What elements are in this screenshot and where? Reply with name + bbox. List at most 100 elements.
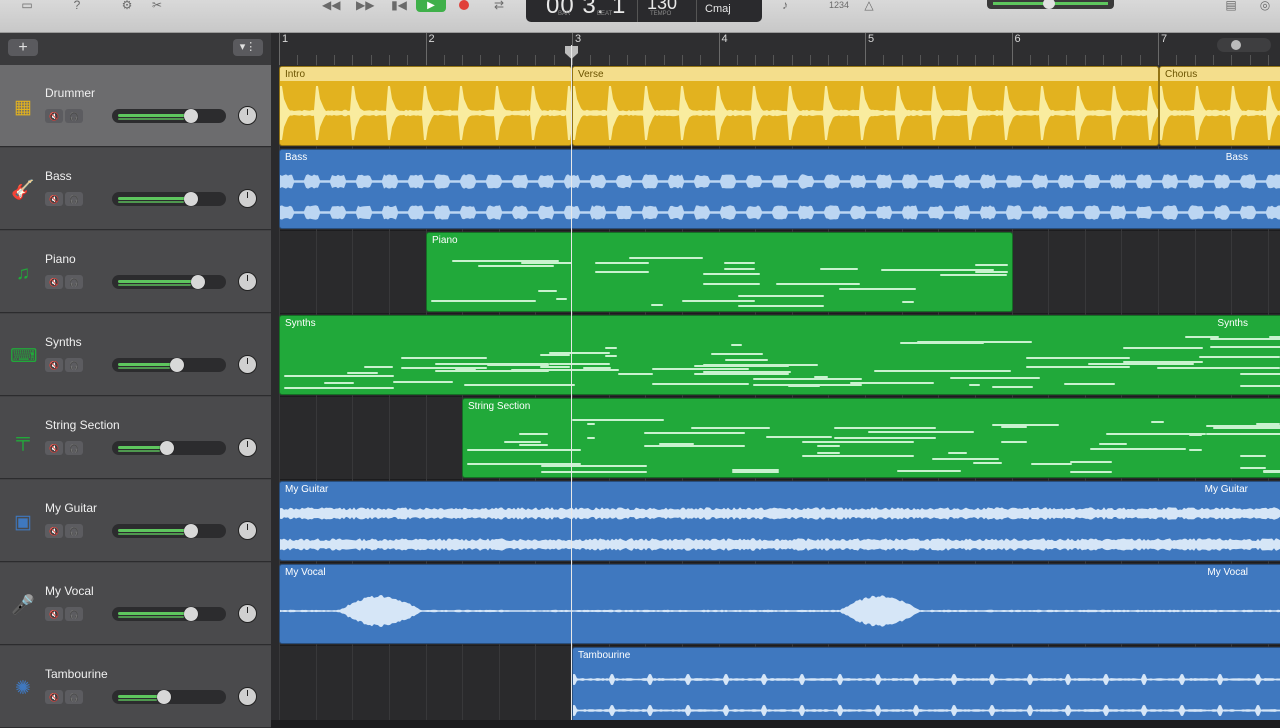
- solo-button[interactable]: 🎧: [65, 358, 83, 372]
- track-name: Drummer: [45, 86, 95, 100]
- volume-slider[interactable]: [112, 192, 226, 206]
- track-name: Synths: [45, 335, 82, 349]
- zoom-slider[interactable]: [1217, 38, 1271, 52]
- solo-button[interactable]: 🎧: [65, 275, 83, 289]
- volume-slider[interactable]: [112, 275, 226, 289]
- mute-button[interactable]: 🔇: [45, 607, 63, 621]
- pan-knob[interactable]: [238, 189, 257, 208]
- volume-knob[interactable]: [191, 275, 205, 289]
- track-header[interactable]: ♫ Piano 🔇 🎧: [0, 231, 271, 313]
- beat-tick: [791, 55, 793, 65]
- beat-tick: [370, 55, 372, 65]
- track-header[interactable]: ⌨ Synths 🔇 🎧: [0, 314, 271, 396]
- bar-tick: [1011, 33, 1013, 65]
- volume-knob[interactable]: [184, 109, 198, 123]
- volume-slider[interactable]: [112, 607, 226, 621]
- beat-tick: [663, 55, 665, 65]
- quick-help-icon[interactable]: ?: [68, 0, 86, 11]
- volume-knob[interactable]: [184, 524, 198, 538]
- tracks-area[interactable]: Intro Verse Chorus Bass Bass Piano Synth…: [279, 65, 1280, 720]
- region-label: My Guitar: [285, 484, 329, 495]
- loop-browser-icon[interactable]: ◎: [1256, 0, 1274, 11]
- pan-knob[interactable]: [238, 106, 257, 125]
- lane-separator: [279, 147, 1280, 148]
- notepad-icon[interactable]: ▤: [1222, 0, 1240, 11]
- mute-button[interactable]: 🔇: [45, 192, 63, 206]
- track-header[interactable]: ▦ Drummer 🔇 🎧: [0, 65, 271, 147]
- track-header[interactable]: ╤ String Section 🔇 🎧: [0, 397, 271, 479]
- track-header-filter-button[interactable]: ▾⋮: [233, 39, 263, 56]
- volume-slider[interactable]: [112, 690, 226, 704]
- volume-slider[interactable]: [112, 441, 226, 455]
- solo-button[interactable]: 🎧: [65, 690, 83, 704]
- amp-icon: ▣: [14, 512, 32, 533]
- lcd-display[interactable]: 00 3. 1 BAR BEAT 130 TEMPO Cmaj: [526, 0, 762, 22]
- mute-button[interactable]: 🔇: [45, 275, 63, 289]
- solo-button[interactable]: 🎧: [65, 441, 83, 455]
- library-icon[interactable]: ▭: [18, 0, 36, 11]
- region-chorus[interactable]: Chorus: [1159, 66, 1280, 146]
- region-piano[interactable]: Piano: [426, 232, 1013, 312]
- add-track-button[interactable]: +: [8, 39, 38, 56]
- region-bass[interactable]: Bass Bass: [279, 149, 1280, 229]
- beat-tick: [1212, 55, 1214, 65]
- pan-knob[interactable]: [238, 687, 257, 706]
- mute-button[interactable]: 🔇: [45, 358, 63, 372]
- pan-knob[interactable]: [238, 604, 257, 623]
- metronome-icon[interactable]: △: [860, 0, 878, 11]
- solo-button[interactable]: 🎧: [65, 607, 83, 621]
- region-my-vocal[interactable]: My Vocal My Vocal: [279, 564, 1280, 644]
- beat-tick: [1176, 55, 1178, 65]
- mute-button[interactable]: 🔇: [45, 524, 63, 538]
- beat-tick: [297, 55, 299, 65]
- solo-button[interactable]: 🎧: [65, 192, 83, 206]
- region-synths[interactable]: Synths Synths: [279, 315, 1280, 395]
- track-header[interactable]: 🎤 My Vocal 🔇 🎧: [0, 563, 271, 645]
- region-verse[interactable]: Verse: [572, 66, 1159, 146]
- smart-controls-icon[interactable]: ⚙: [118, 0, 136, 11]
- region-my-guitar[interactable]: My Guitar My Guitar: [279, 481, 1280, 561]
- play-button[interactable]: ▶: [416, 0, 446, 12]
- volume-knob[interactable]: [157, 690, 171, 704]
- fast-forward-icon[interactable]: ▶▶: [356, 0, 374, 11]
- region-string-section[interactable]: String Section: [462, 398, 1280, 478]
- track-header[interactable]: ✺ Tambourine 🔇 🎧: [0, 646, 271, 728]
- region-intro[interactable]: Intro: [279, 66, 572, 146]
- track-header[interactable]: ▣ My Guitar 🔇 🎧: [0, 480, 271, 562]
- volume-knob[interactable]: [160, 441, 174, 455]
- mute-button[interactable]: 🔇: [45, 109, 63, 123]
- count-in-counter[interactable]: 1234: [826, 0, 852, 10]
- region-tambourine[interactable]: Tambourine: [572, 647, 1280, 720]
- region-label-right: My Vocal: [1207, 567, 1248, 578]
- volume-knob[interactable]: [184, 607, 198, 621]
- cycle-icon[interactable]: ⇄: [490, 0, 508, 11]
- solo-button[interactable]: 🎧: [65, 109, 83, 123]
- volume-slider[interactable]: [112, 109, 226, 123]
- volume-slider[interactable]: [112, 524, 226, 538]
- mute-button[interactable]: 🔇: [45, 441, 63, 455]
- volume-slider[interactable]: [112, 358, 226, 372]
- timeline-ruler[interactable]: 1 2 3 4 5 6 7: [279, 33, 1280, 66]
- pan-knob[interactable]: [238, 355, 257, 374]
- solo-button[interactable]: 🎧: [65, 524, 83, 538]
- volume-knob[interactable]: [184, 192, 198, 206]
- pan-knob[interactable]: [238, 272, 257, 291]
- record-button[interactable]: [459, 0, 469, 10]
- playhead[interactable]: [571, 45, 572, 720]
- volume-knob[interactable]: [170, 358, 184, 372]
- master-volume-slider[interactable]: [987, 0, 1114, 9]
- mute-button[interactable]: 🔇: [45, 690, 63, 704]
- track-header[interactable]: 🎸 Bass 🔇 🎧: [0, 148, 271, 230]
- bass-guitar-icon: 🎸: [11, 180, 35, 201]
- tuner-icon[interactable]: ♪: [776, 0, 794, 11]
- pan-knob[interactable]: [238, 521, 257, 540]
- track-name: Bass: [45, 169, 72, 183]
- rewind-icon[interactable]: ◀◀: [322, 0, 340, 11]
- beat-tick: [1103, 55, 1105, 65]
- track-headers: ▦ Drummer 🔇 🎧 🎸 Bass 🔇 🎧 ♫ Piano 🔇 🎧 ⌨ S…: [0, 65, 271, 728]
- region-label: Intro: [285, 69, 306, 80]
- editors-icon[interactable]: ✂: [148, 0, 166, 11]
- tambourine-icon: ✺: [15, 678, 31, 699]
- pan-knob[interactable]: [238, 438, 257, 457]
- go-to-start-icon[interactable]: ▮◀: [390, 0, 408, 11]
